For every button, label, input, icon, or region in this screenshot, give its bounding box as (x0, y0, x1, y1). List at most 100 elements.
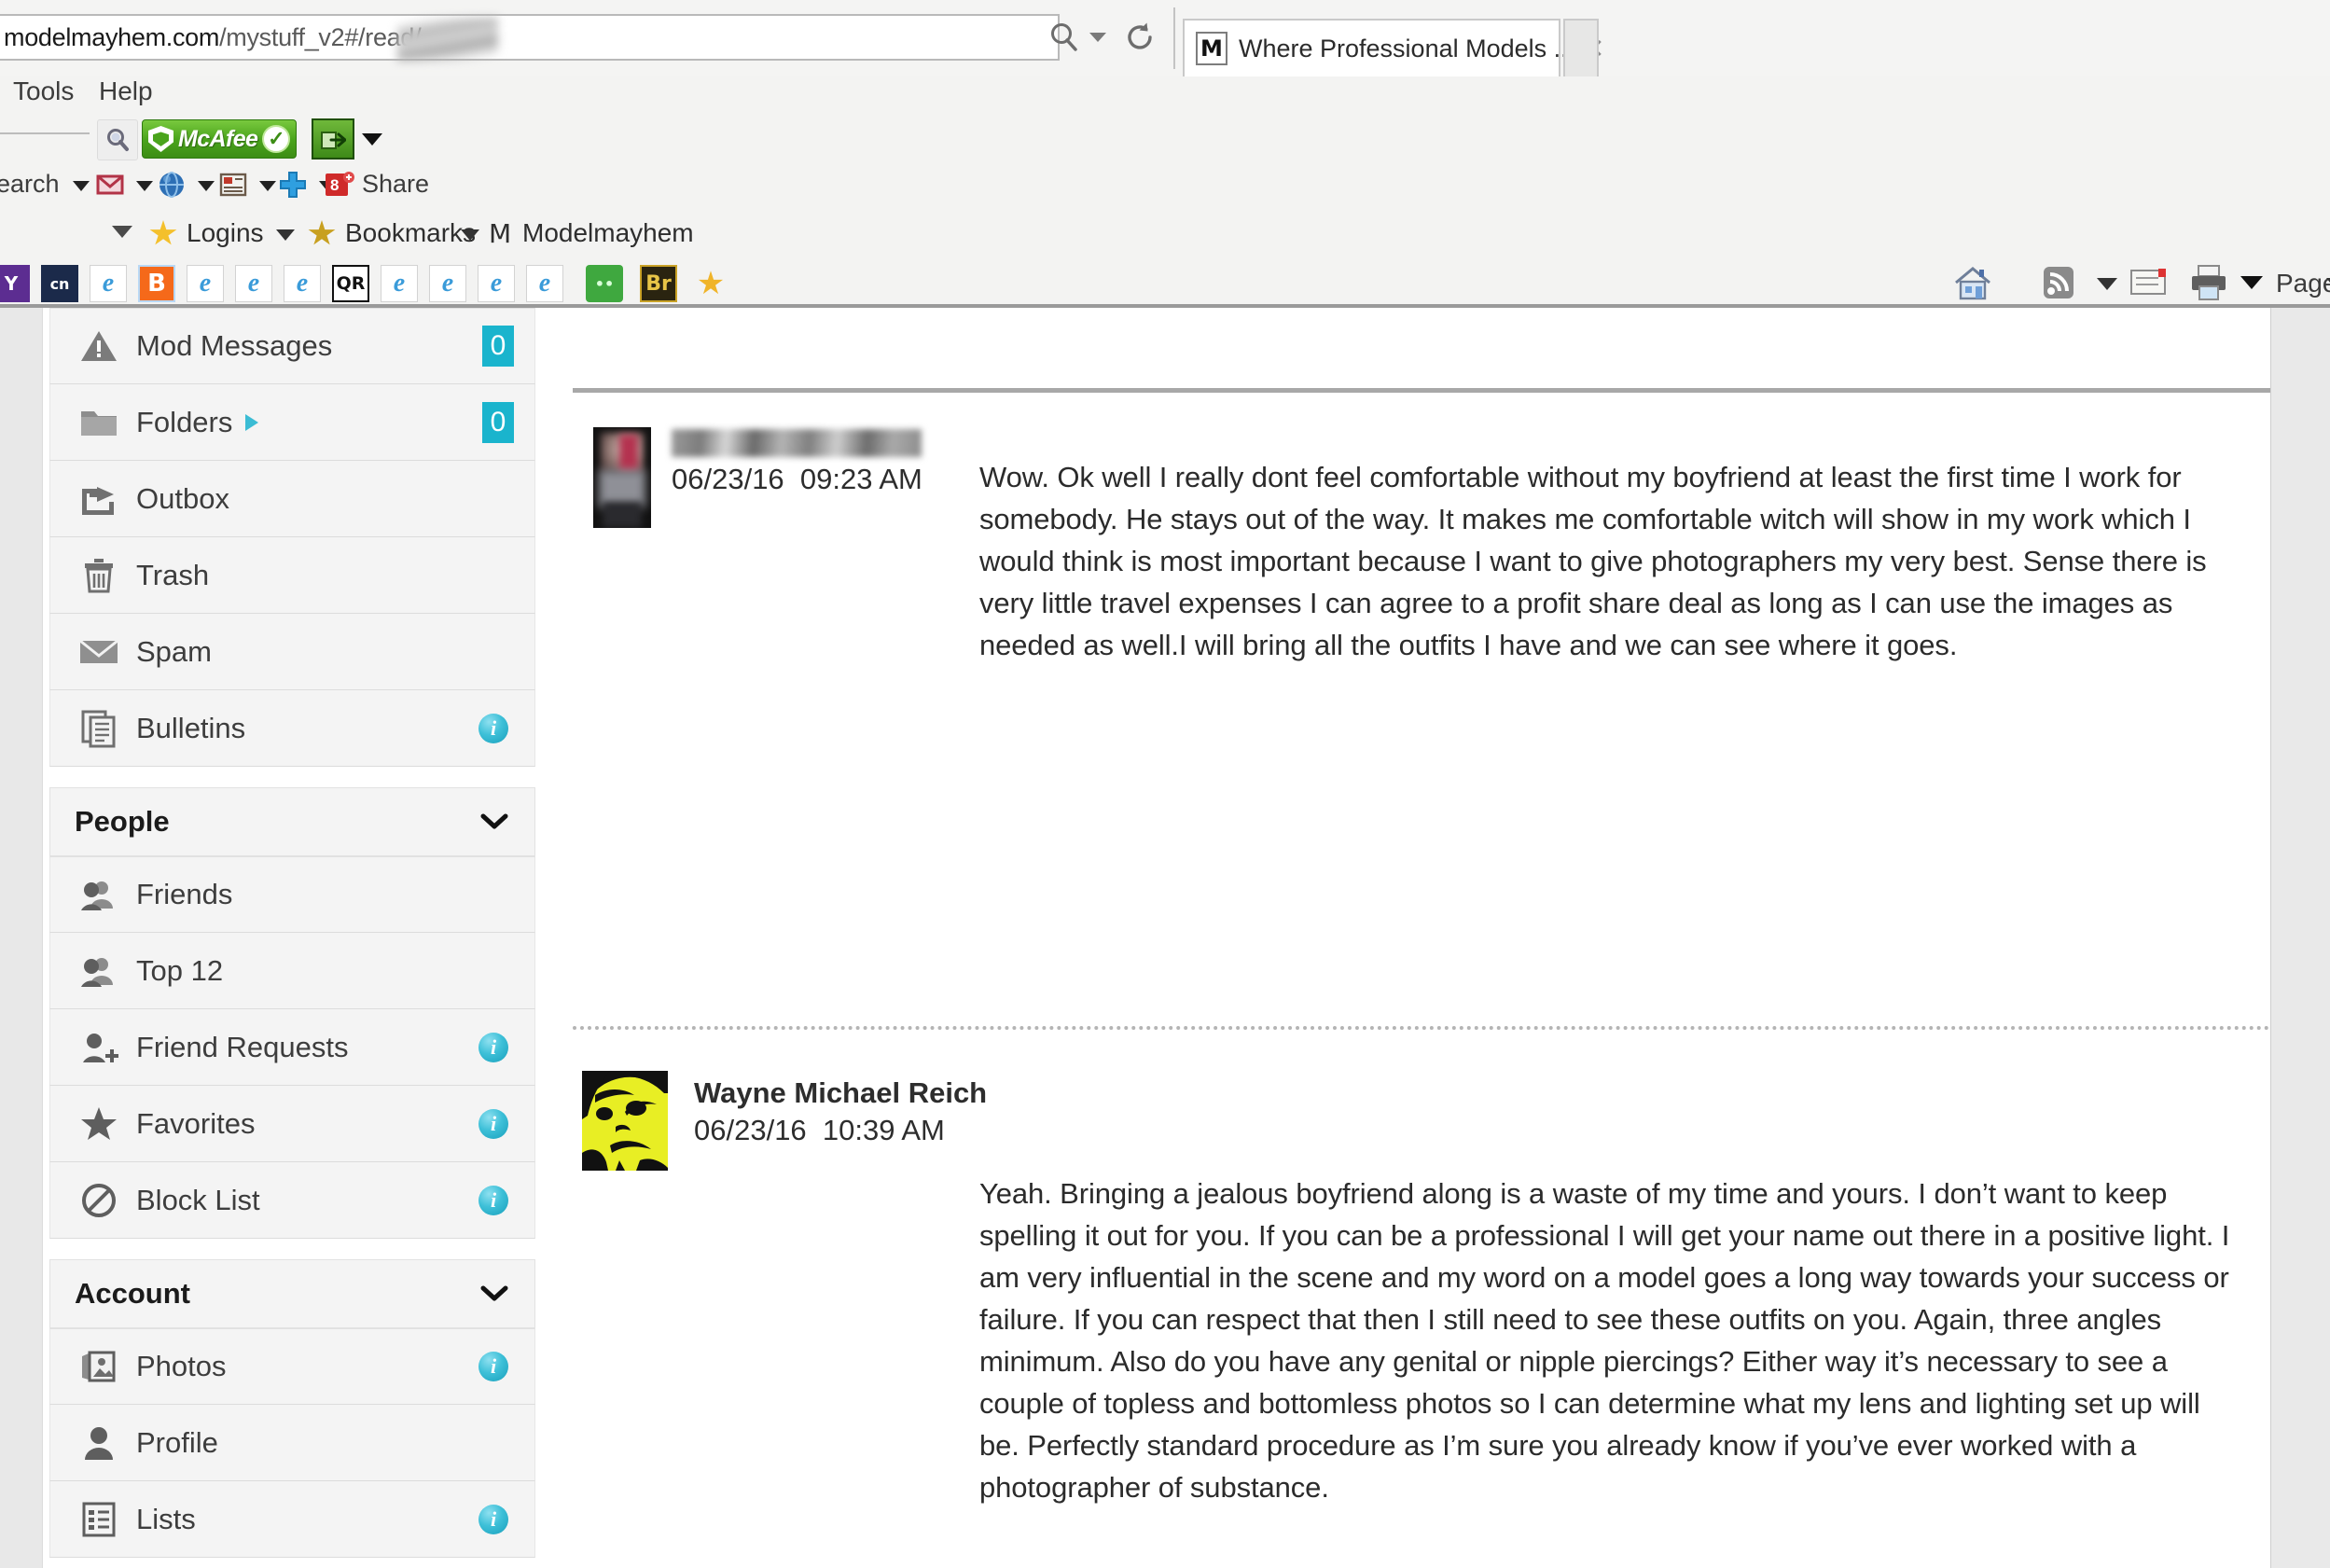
magnifier-icon[interactable] (97, 119, 138, 160)
browser-tab[interactable]: M Where Professional Models ... ✕ (1183, 19, 1604, 76)
links-modelmayhem[interactable]: Modelmayhem (522, 218, 694, 248)
info-icon[interactable]: i (478, 1352, 508, 1381)
chevron-down-icon[interactable] (259, 181, 276, 191)
ie-page-icon[interactable]: e (478, 265, 515, 302)
mcafee-label: McAfee (178, 125, 258, 152)
chevron-down-icon[interactable] (198, 181, 215, 191)
sidebar-item-favorites[interactable]: Favorites i (49, 1086, 535, 1162)
message-meta: Wayne Michael Reich 06/23/16 10:39 AM (582, 1071, 987, 1171)
ie-page-icon[interactable]: e (90, 265, 127, 302)
toolbar-divider (0, 132, 90, 134)
sidebar-item-spam[interactable]: Spam (49, 614, 535, 690)
sidebar-header-account[interactable]: Account (49, 1259, 535, 1328)
search-dropdown-label[interactable]: earch (0, 170, 60, 199)
links-bookmarks[interactable]: Bookmarks (345, 218, 476, 248)
info-icon[interactable]: i (478, 713, 508, 743)
info-icon[interactable]: i (478, 1032, 508, 1062)
sidebar-header-label: People (75, 805, 170, 838)
new-tab-button[interactable] (1563, 19, 1599, 76)
info-icon[interactable]: i (478, 1108, 508, 1139)
message-author[interactable]: Wayne Michael Reich (694, 1076, 987, 1110)
chevron-down-icon[interactable] (362, 133, 382, 146)
chevron-down-icon[interactable] (112, 226, 132, 238)
info-icon[interactable]: i (478, 1185, 508, 1215)
sidebar-item-outbox[interactable]: Outbox (49, 461, 535, 537)
tabstrip-divider (1173, 7, 1175, 69)
sidebar-item-block-list[interactable]: Block List i (49, 1162, 535, 1239)
menu-bar: Tools Help (0, 76, 2330, 118)
chevron-down-icon[interactable] (2326, 278, 2330, 288)
sidebar-item-profile[interactable]: Profile (49, 1405, 535, 1481)
sidebar-item-top-12[interactable]: Top 12 (49, 933, 535, 1009)
ie-page-icon[interactable]: e (187, 265, 224, 302)
qr-icon[interactable]: QR (332, 265, 369, 302)
ie-page-icon[interactable]: e (235, 265, 272, 302)
badge-count: 0 (482, 401, 514, 443)
avatar[interactable] (582, 1071, 668, 1171)
menu-tools[interactable]: Tools (13, 76, 74, 106)
star-favorites-icon[interactable]: ★ (692, 265, 729, 302)
google-share-icon[interactable]: 8 (322, 167, 357, 202)
chevron-down-icon[interactable] (276, 229, 295, 241)
rss-feed-icon[interactable] (2038, 263, 2079, 307)
read-mail-icon[interactable] (2129, 267, 2169, 303)
address-bar-input[interactable]: modelmayhem.com/mystuff_v2#/read/ (0, 14, 1060, 61)
chevron-right-icon[interactable] (245, 413, 259, 431)
blogger-icon[interactable]: B (138, 265, 175, 302)
globe-icon[interactable] (155, 168, 188, 201)
news-icon[interactable] (216, 168, 250, 201)
mail-icon[interactable] (93, 168, 127, 201)
search-icon[interactable] (1045, 17, 1084, 58)
sidebar-header-people[interactable]: People (49, 787, 535, 856)
ie-page-icon[interactable]: e (526, 265, 563, 302)
sidebar-item-label: Friends (136, 878, 233, 910)
sidebar-item-friend-requests[interactable]: Friend Requests i (49, 1009, 535, 1086)
links-bar: Logins Bookmarks M Modelmayhem (0, 209, 2330, 261)
chevron-down-icon[interactable] (461, 229, 479, 241)
sidebar-item-photos[interactable]: Photos i (49, 1328, 535, 1405)
folder-icon (75, 406, 123, 439)
mcafee-badge[interactable]: McAfee ✓ (142, 119, 297, 159)
chevron-down-icon[interactable] (136, 181, 153, 191)
sidebar-item-label: Lists (136, 1502, 196, 1535)
chevron-down-icon[interactable] (2240, 276, 2263, 289)
sidebar-item-label: Favorites (136, 1106, 256, 1140)
sidebar-item-folders[interactable]: Folders 0 (49, 384, 535, 461)
chevron-down-icon[interactable] (480, 1285, 508, 1302)
photos-stack-icon (75, 1349, 123, 1384)
sidebar-item-mod-messages[interactable]: Mod Messages 0 (49, 308, 535, 384)
menu-help[interactable]: Help (99, 76, 153, 106)
chevron-down-icon[interactable] (1089, 33, 1106, 42)
message-date: 06/23/16 (672, 463, 784, 495)
sidebar-item-label: Top 12 (136, 953, 224, 987)
reload-icon[interactable] (1119, 17, 1160, 58)
avatar[interactable] (593, 427, 651, 528)
mcafee-shield-icon (148, 126, 173, 152)
info-icon[interactable]: i (478, 1504, 508, 1534)
home-icon[interactable] (1952, 263, 1993, 307)
links-logins[interactable]: Logins (187, 218, 264, 248)
page-scrollbar-track[interactable] (2270, 308, 2330, 1568)
ie-page-icon[interactable]: e (284, 265, 321, 302)
browser-tab-title: Where Professional Models ... (1239, 34, 1575, 62)
google-share-label[interactable]: Share (362, 170, 429, 199)
dark-app-icon[interactable]: cn (41, 265, 78, 302)
share-export-icon[interactable] (312, 118, 354, 160)
ie-page-icon[interactable]: e (381, 265, 418, 302)
sidebar-item-friends[interactable]: Friends (49, 856, 535, 933)
bridge-icon[interactable]: Br (640, 265, 677, 302)
ie-page-icon[interactable]: e (429, 265, 466, 302)
print-icon[interactable] (2187, 263, 2230, 307)
message-body: Wow. Ok well I really dont feel comforta… (979, 461, 2207, 661)
chevron-down-icon[interactable] (480, 813, 508, 830)
sidebar-item-bulletins[interactable]: Bulletins i (49, 690, 535, 767)
search-toolbar: earch 8 Share (0, 164, 2330, 209)
robot-icon[interactable]: •• (586, 265, 623, 302)
sidebar-item-lists[interactable]: Lists i (49, 1481, 535, 1558)
yahoo-icon[interactable]: Y (0, 265, 30, 302)
sidebar-item-trash[interactable]: Trash (49, 537, 535, 614)
chevron-down-icon[interactable] (73, 181, 90, 191)
chevron-down-icon[interactable] (2097, 278, 2117, 290)
page-menu-label[interactable]: Page (2276, 269, 2330, 298)
plus-icon[interactable] (276, 168, 310, 201)
